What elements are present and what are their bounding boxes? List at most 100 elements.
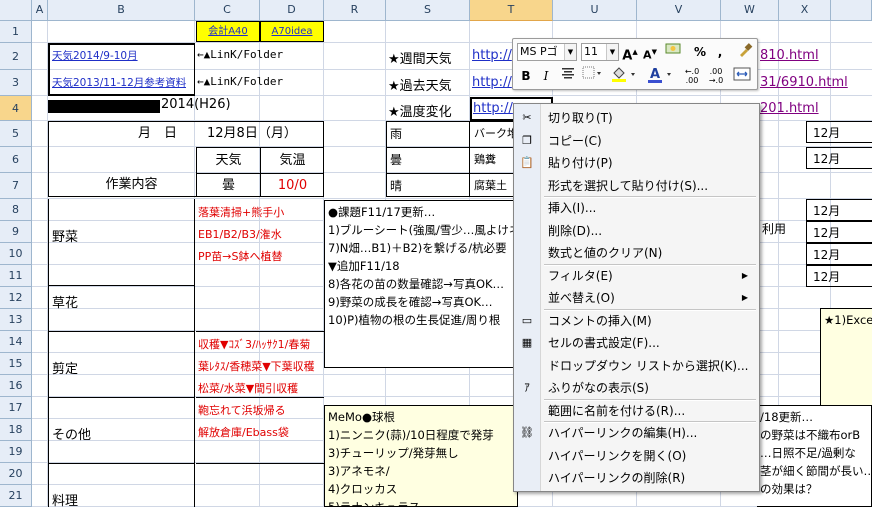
row-header[interactable]: 21 xyxy=(0,485,32,507)
context-menu-item[interactable]: ⛓ ハイパーリンクの編集(H)... xyxy=(515,422,758,444)
row-header[interactable]: 12 xyxy=(0,287,32,309)
link-weather-2014[interactable]: 天気2014/9-10月 xyxy=(52,48,138,63)
spreadsheet[interactable]: A B C D R S T U V W X 1 2 3 4 5 6 7 8 9 10 11 12 13 1… xyxy=(0,0,872,509)
font-name-combo[interactable]: MS Pゴ ▼ xyxy=(517,43,577,61)
weather-value[interactable]: 曇 xyxy=(196,173,260,197)
column-header-s[interactable]: S xyxy=(386,0,470,21)
task-cell[interactable]: 収穫▼ｺｽﾞ3/ﾊｯｻｸ1/春菊 xyxy=(198,336,310,352)
date-cell-x[interactable]: 12月 xyxy=(806,265,872,287)
row-header[interactable]: 20 xyxy=(0,463,32,485)
column-header-t[interactable]: T xyxy=(470,0,553,21)
context-menu-item[interactable]: ▭ コメントの挿入(M) xyxy=(515,310,758,332)
column-header-a[interactable]: A xyxy=(32,0,48,21)
decrease-decimal-icon[interactable]: .00 →.0 xyxy=(705,66,727,85)
context-menu-item[interactable]: 範囲に名前を付ける(R)... xyxy=(515,400,758,422)
currency-format-icon[interactable] xyxy=(663,42,685,62)
select-all-corner[interactable] xyxy=(0,0,32,21)
row-header[interactable]: 4 xyxy=(0,96,32,121)
comma-style-icon[interactable]: , xyxy=(711,42,729,62)
row-header[interactable]: 19 xyxy=(0,441,32,463)
shrink-font-icon[interactable]: A▼ xyxy=(641,42,659,66)
task-cell[interactable]: 葉ﾚﾀｽ/香穂菜▼下葉収穫 xyxy=(198,358,315,374)
context-menu-item[interactable]: フィルタ(E) ▶ xyxy=(515,265,758,287)
weekly-weather-link[interactable]: http:// xyxy=(472,48,512,63)
context-menu-item[interactable]: 削除(D)... xyxy=(515,220,758,242)
row-header[interactable]: 18 xyxy=(0,419,32,441)
date-cell[interactable]: 12月8日（月） xyxy=(197,121,323,147)
column-header-b[interactable]: B xyxy=(48,0,195,21)
task-cell[interactable]: 落葉清掃+熊手小 xyxy=(198,204,284,220)
font-color-icon[interactable]: A xyxy=(645,66,677,90)
link-cell-c1[interactable]: 会計A40 xyxy=(196,21,260,42)
context-menu-item[interactable]: ドロップダウン リストから選択(K)... xyxy=(515,355,758,377)
column-header-r[interactable]: R xyxy=(324,0,386,21)
task-cell[interactable]: PP苗→S鉢へ植替 xyxy=(198,248,282,264)
column-header-u[interactable]: U xyxy=(553,0,637,21)
link-weather-2013[interactable]: 天気2013/11-12月参考資料 xyxy=(52,75,186,90)
weekly-weather-link-tail[interactable]: 810.html xyxy=(760,48,819,63)
row-header[interactable]: 14 xyxy=(0,331,32,353)
row-header[interactable]: 9 xyxy=(0,221,32,243)
row-header[interactable]: 11 xyxy=(0,265,32,287)
row-header[interactable]: 17 xyxy=(0,397,32,419)
context-menu-item[interactable]: 形式を選択して貼り付け(S)... xyxy=(515,175,758,197)
format-painter-icon[interactable] xyxy=(735,42,755,64)
bold-button[interactable]: B xyxy=(517,66,535,86)
percent-style-icon[interactable]: % xyxy=(691,42,709,62)
context-menu-item[interactable]: ✂ 切り取り(T) xyxy=(515,107,758,129)
chevron-down-icon[interactable]: ▼ xyxy=(564,44,576,60)
task-cell[interactable]: 解放倉庫/Ebass袋 xyxy=(198,424,289,440)
context-menu-item[interactable]: 数式と値のクリア(N) xyxy=(515,242,758,264)
grow-font-icon[interactable]: A▲ xyxy=(621,42,639,66)
fill-color-icon[interactable] xyxy=(609,66,641,88)
date-cell-x[interactable]: 12月 xyxy=(806,221,872,243)
context-menu-item[interactable]: ハイパーリンクを開く(O) xyxy=(515,445,758,467)
past-weather-link-tail[interactable]: 31/6910.html xyxy=(760,75,848,90)
task-cell[interactable]: EB1/B2/B3/潅水 xyxy=(198,226,282,242)
comment-tasks[interactable]: ●課題F11/17更新… 1)ブルーシート(強風/雪少…風よけネッ 7)N畑…B1)… xyxy=(324,200,518,368)
row-header[interactable]: 2 xyxy=(0,43,32,70)
column-header-w[interactable]: W xyxy=(721,0,779,21)
link-cell-d1[interactable]: A70idea xyxy=(260,21,324,42)
date-cell-x[interactable]: 12月 xyxy=(806,121,872,143)
borders-icon[interactable] xyxy=(581,66,605,86)
context-menu-item[interactable]: 並べ替え(O) ▶ xyxy=(515,287,758,309)
row-header[interactable]: 7 xyxy=(0,173,32,199)
temperature-value[interactable]: 10/0 xyxy=(260,173,324,197)
row-header[interactable]: 3 xyxy=(0,70,32,96)
context-menu-item[interactable]: ハイパーリンクの削除(R) xyxy=(515,467,758,489)
context-menu-item[interactable]: 📋 貼り付け(P) xyxy=(515,152,758,174)
row-header[interactable]: 5 xyxy=(0,121,32,147)
italic-button[interactable]: I xyxy=(537,66,555,86)
row-header[interactable]: 16 xyxy=(0,375,32,397)
row-header[interactable]: 1 xyxy=(0,21,32,43)
temperature-link-tail[interactable]: 201.html xyxy=(760,101,819,116)
date-cell-x[interactable]: 12月 xyxy=(806,199,872,221)
date-cell-x[interactable]: 12月 xyxy=(806,147,872,169)
merge-center-icon[interactable] xyxy=(731,66,753,88)
column-header-c[interactable]: C xyxy=(195,0,260,21)
font-size-combo[interactable]: 11 ▼ xyxy=(581,43,619,61)
comment-right[interactable]: /18更新… の野菜は不織布orB …日照不足/過剰な 茎が細く節間が長い… の効果は？ xyxy=(757,405,872,507)
column-header-next[interactable] xyxy=(831,0,872,21)
context-menu-item[interactable]: 挿入(I)... xyxy=(515,197,758,219)
row-header[interactable]: 6 xyxy=(0,147,32,173)
row-header[interactable]: 15 xyxy=(0,353,32,375)
context-menu-item[interactable]: ▦ セルの書式設定(F)... xyxy=(515,332,758,354)
row-header[interactable]: 10 xyxy=(0,243,32,265)
past-weather-link[interactable]: http:// xyxy=(472,75,512,90)
column-header-x[interactable]: X xyxy=(779,0,831,21)
row-header[interactable]: 13 xyxy=(0,309,32,331)
task-cell[interactable]: 鞄忘れて浜坂帰る xyxy=(198,402,286,418)
context-menu-item[interactable]: ❐ コピー(C) xyxy=(515,130,758,152)
increase-decimal-icon[interactable]: ←.0.00 xyxy=(681,66,703,85)
date-cell-x[interactable]: 12月 xyxy=(806,243,872,265)
context-menu-item[interactable]: ｱ ふりがなの表示(S) xyxy=(515,377,758,399)
chevron-down-icon[interactable]: ▼ xyxy=(606,44,618,60)
column-header-d[interactable]: D xyxy=(260,0,324,21)
column-header-v[interactable]: V xyxy=(637,0,721,21)
center-align-icon[interactable] xyxy=(559,66,577,86)
row-header[interactable]: 8 xyxy=(0,199,32,221)
task-cell[interactable]: 松菜/水菜▼間引収穫 xyxy=(198,380,298,396)
comment-memo[interactable]: MeMo●球根 1)ニンニク(蒜)/10日程度で発芽 3)チューリップ/発芽無し 3)… xyxy=(324,405,518,507)
